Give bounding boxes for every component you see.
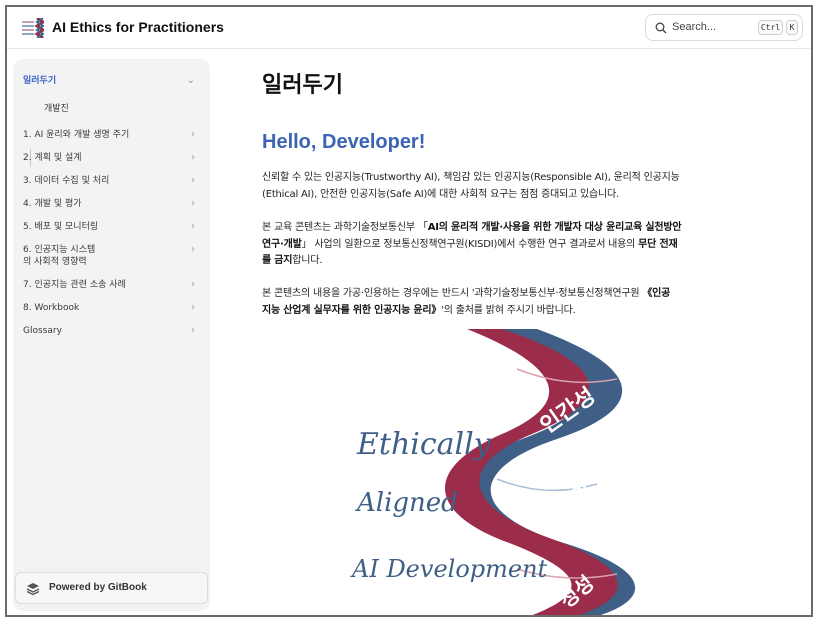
chevron-right-icon[interactable]: › [191, 221, 195, 233]
search-placeholder: Search... [672, 21, 717, 33]
paragraph-2: 본 교육 콘텐츠는 과학기술정보통신부 「AI의 윤리적 개발·사용을 위한 개… [262, 220, 782, 270]
gitbook-label: Powered by GitBook [49, 582, 147, 593]
search-icon [655, 22, 667, 34]
sidebar-item-label: 6. 인공지능 시스템 [23, 245, 96, 255]
sidebar-item-intro[interactable]: 일러두기 ⌄ [23, 75, 203, 87]
p2-bold: AI의 윤리적 개발·사용을 위한 개발자 대상 윤리교육 실천방안 [427, 222, 682, 233]
chevron-right-icon[interactable]: › [191, 152, 195, 164]
p2-text: 」 사업의 일환으로 정보통신정책연구원(KISDI)에서 수행한 연구 결과로… [301, 238, 639, 250]
chevron-right-icon[interactable]: › [191, 175, 195, 187]
sidebar-nav: 일러두기 ⌄ 개발진 1. AI 윤리와 개발 생명 주기 › 2. 계획 및 … [13, 59, 210, 611]
shortcut-ctrl-key: Ctrl [758, 20, 783, 35]
sidebar-item-label-line2: 의 사회적 영향력 [23, 257, 87, 267]
sidebar-item-label: 3. 데이터 수집 및 처리 [23, 176, 110, 186]
powered-by-gitbook-link[interactable]: Powered by GitBook [15, 572, 208, 604]
chevron-right-icon[interactable]: › [191, 302, 195, 314]
shortcut-k-key: K [786, 20, 798, 35]
sidebar-item-label: 일러두기 [23, 76, 57, 86]
site-title[interactable]: AI Ethics for Practitioners [52, 19, 224, 35]
hero-illustration: 인간성 이건원 정성 Ethically Aligned AI Developm… [350, 329, 636, 615]
p3-text: 본 콘텐츠의 내용을 가공·인용하는 경우에는 반드시 '과학기술정보통신부·정… [262, 288, 643, 299]
ribbon-text-2: 이건원 [533, 480, 598, 532]
browser-frame: AI Ethics for Practitioners Search... Ct… [5, 5, 813, 617]
hero-line-ethically: Ethically [356, 427, 492, 462]
p2-bold: 무단 전재 [638, 238, 678, 250]
p2-bold: 연구·개발 [262, 238, 302, 250]
sidebar-item-3[interactable]: 3. 데이터 수집 및 처리 › [23, 175, 203, 187]
p2-text: 합니다. [292, 255, 323, 266]
sidebar-item-glossary[interactable]: Glossary › [23, 325, 203, 337]
hero-line-aligned: Aligned [355, 488, 458, 518]
p3-bold: 지능 산업계 실무자를 위한 인공지능 윤리》 [262, 304, 442, 316]
sidebar-item-label: 5. 배포 및 모니터링 [23, 222, 99, 232]
site-logo-icon[interactable] [22, 18, 44, 38]
top-header: AI Ethics for Practitioners Search... Ct… [7, 7, 811, 49]
sidebar-item-6[interactable]: 6. 인공지능 시스템 의 사회적 영향력 › [23, 244, 203, 268]
chevron-right-icon[interactable]: › [191, 129, 195, 141]
hero-line-ai-development: AI Development [350, 555, 548, 583]
p3-bold: 《인공 [642, 288, 671, 299]
chevron-right-icon[interactable]: › [191, 325, 195, 337]
paragraph-1: 신뢰할 수 있는 인공지능(Trustworthy AI), 책임감 있는 인공… [262, 170, 782, 203]
paragraph-1-line2: (Ethical AI), 안전한 인공지능(Safe AI)에 대한 사회적 … [262, 188, 620, 200]
paragraph-3: 본 콘텐츠의 내용을 가공·인용하는 경우에는 반드시 '과학기술정보통신부·정… [262, 286, 782, 319]
paragraph-1-line1: 신뢰할 수 있는 인공지능(Trustworthy AI), 책임감 있는 인공… [262, 172, 680, 183]
sidebar-item-label: 4. 개발 및 평가 [23, 199, 82, 209]
p2-text: 본 교육 콘텐츠는 과학기술정보통신부 「 [262, 222, 428, 233]
sidebar-item-1[interactable]: 1. AI 윤리와 개발 생명 주기 › [23, 129, 203, 141]
sidebar-subitem-developers[interactable]: 개발진 [44, 101, 69, 114]
sidebar-item-4[interactable]: 4. 개발 및 평가 › [23, 198, 203, 210]
chevron-right-icon[interactable]: › [191, 279, 195, 291]
p2-bold: 를 금지 [262, 255, 293, 266]
chevron-right-icon[interactable]: › [191, 244, 195, 256]
gitbook-icon [26, 583, 40, 595]
sidebar-item-label: Glossary [23, 326, 62, 336]
page-title: 일러두기 [262, 73, 343, 98]
sidebar-item-2[interactable]: 2. 계획 및 설계 › [23, 152, 203, 164]
section-heading: Hello, Developer! [262, 131, 426, 153]
sidebar-item-label: 7. 인공지능 관련 소송 사례 [23, 280, 126, 290]
chevron-right-icon[interactable]: › [191, 198, 195, 210]
sidebar-item-5[interactable]: 5. 배포 및 모니터링 › [23, 221, 203, 233]
sidebar-item-workbook[interactable]: 8. Workbook › [23, 302, 203, 314]
chevron-down-icon[interactable]: ⌄ [187, 75, 195, 87]
sidebar-item-label: 1. AI 윤리와 개발 생명 주기 [23, 130, 130, 140]
sidebar-item-label: 8. Workbook [23, 303, 80, 313]
sidebar-item-label: 2. 계획 및 설계 [23, 153, 82, 163]
sidebar-item-7[interactable]: 7. 인공지능 관련 소송 사례 › [23, 279, 203, 291]
search-input[interactable]: Search... Ctrl K [645, 14, 803, 41]
p3-text: '의 출처를 밝혀 주시기 바랍니다. [441, 304, 576, 316]
